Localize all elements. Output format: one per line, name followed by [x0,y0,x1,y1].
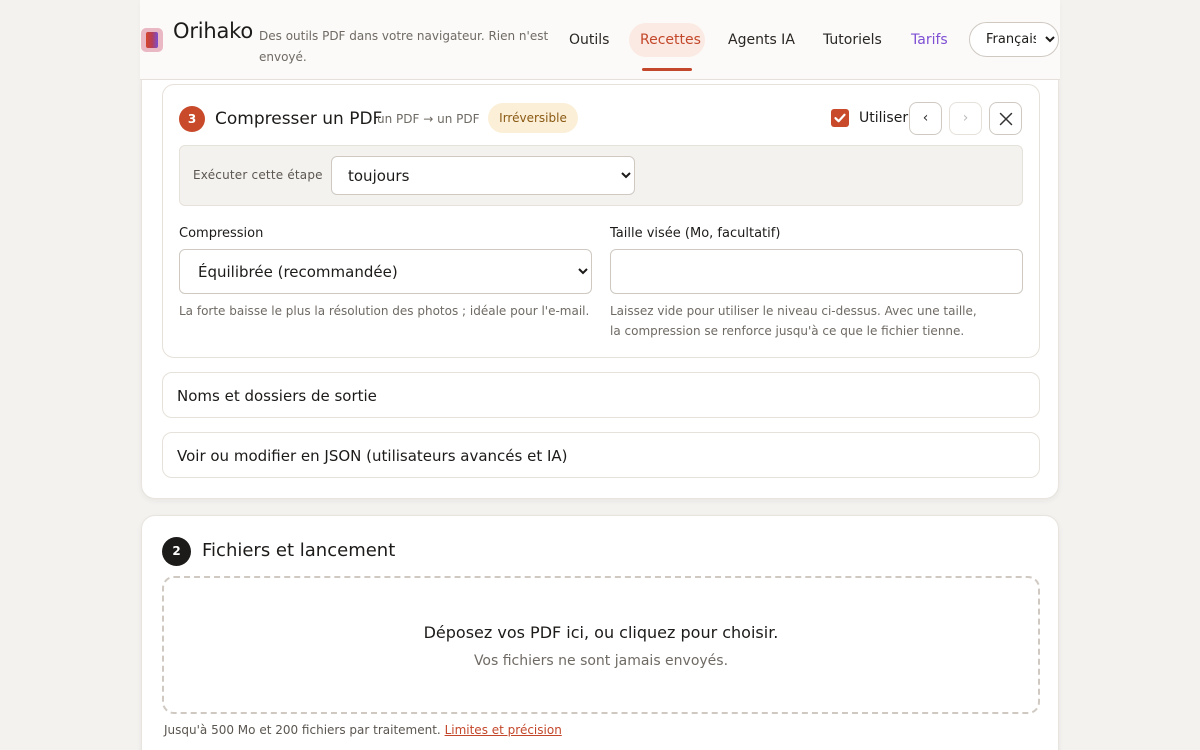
section-title: Fichiers et lancement [202,540,396,561]
brand-name[interactable]: Orihako [173,19,253,43]
check-icon [834,113,846,123]
logo-icon[interactable] [141,28,163,52]
condition-label: Exécuter cette étape [193,168,323,182]
nav-agents-ia[interactable]: Agents IA [728,32,795,48]
file-dropzone[interactable]: Déposez vos PDF ici, ou cliquez pour cho… [162,576,1040,714]
compression-help: La forte baisse le plus la résolution de… [179,304,590,318]
move-up-button[interactable]: ‹ [909,102,942,135]
json-editor-accordion[interactable]: Voir ou modifier en JSON (utilisateurs a… [162,432,1040,478]
limits-text: Jusqu'à 500 Mo et 200 fichiers par trait… [164,723,445,737]
section-number-badge: 2 [162,537,191,566]
compression-select[interactable]: Équilibrée (recommandée) [179,249,592,294]
limits-link[interactable]: Limites et précision [445,723,562,737]
condition-box: Exécuter cette étape toujours [179,145,1023,206]
output-names-accordion[interactable]: Noms et dossiers de sortie [162,372,1040,418]
chevron-right-icon: › [962,110,969,126]
remove-step-button[interactable] [989,102,1022,135]
nav-tutoriels[interactable]: Tutoriels [823,32,882,48]
nav-recettes[interactable]: Recettes [640,32,701,48]
irreversible-badge: Irréversible [488,103,578,133]
dropzone-sub-text: Vos fichiers ne sont jamais envoyés. [473,653,729,669]
recipe-card: 3 Compresser un PDF un PDF → un PDF Irré… [141,80,1059,499]
nav-outils[interactable]: Outils [569,32,609,48]
close-icon [999,112,1012,126]
nav-active-underline [642,68,692,71]
step-number-badge: 3 [179,106,205,132]
use-step-label[interactable]: Utiliser [859,110,908,126]
use-step-checkbox[interactable] [831,109,849,127]
target-size-label: Taille visée (Mo, facultatif) [610,226,781,241]
language-select[interactable]: Français [969,22,1059,57]
limits-note: Jusqu'à 500 Mo et 200 fichiers par trait… [164,723,562,737]
chevron-left-icon: ‹ [922,110,929,126]
compression-label: Compression [179,226,264,241]
target-size-input[interactable] [610,249,1023,294]
site-header: Orihako Des outils PDF dans votre naviga… [140,0,1060,80]
step-io-label: un PDF → un PDF [377,112,480,126]
tagline: Des outils PDF dans votre navigateur. Ri… [259,29,549,64]
step-compress: 3 Compresser un PDF un PDF → un PDF Irré… [162,84,1040,358]
step-title: Compresser un PDF [215,109,383,129]
target-size-help: Laissez vide pour utiliser le niveau ci-… [610,304,977,338]
move-down-button[interactable]: › [949,102,982,135]
dropzone-main-text: Déposez vos PDF ici, ou cliquez pour cho… [423,623,779,642]
files-card: 2 Fichiers et lancement Déposez vos PDF … [141,515,1059,750]
condition-select[interactable]: toujours [331,156,635,195]
nav-tarifs[interactable]: Tarifs [911,32,948,48]
